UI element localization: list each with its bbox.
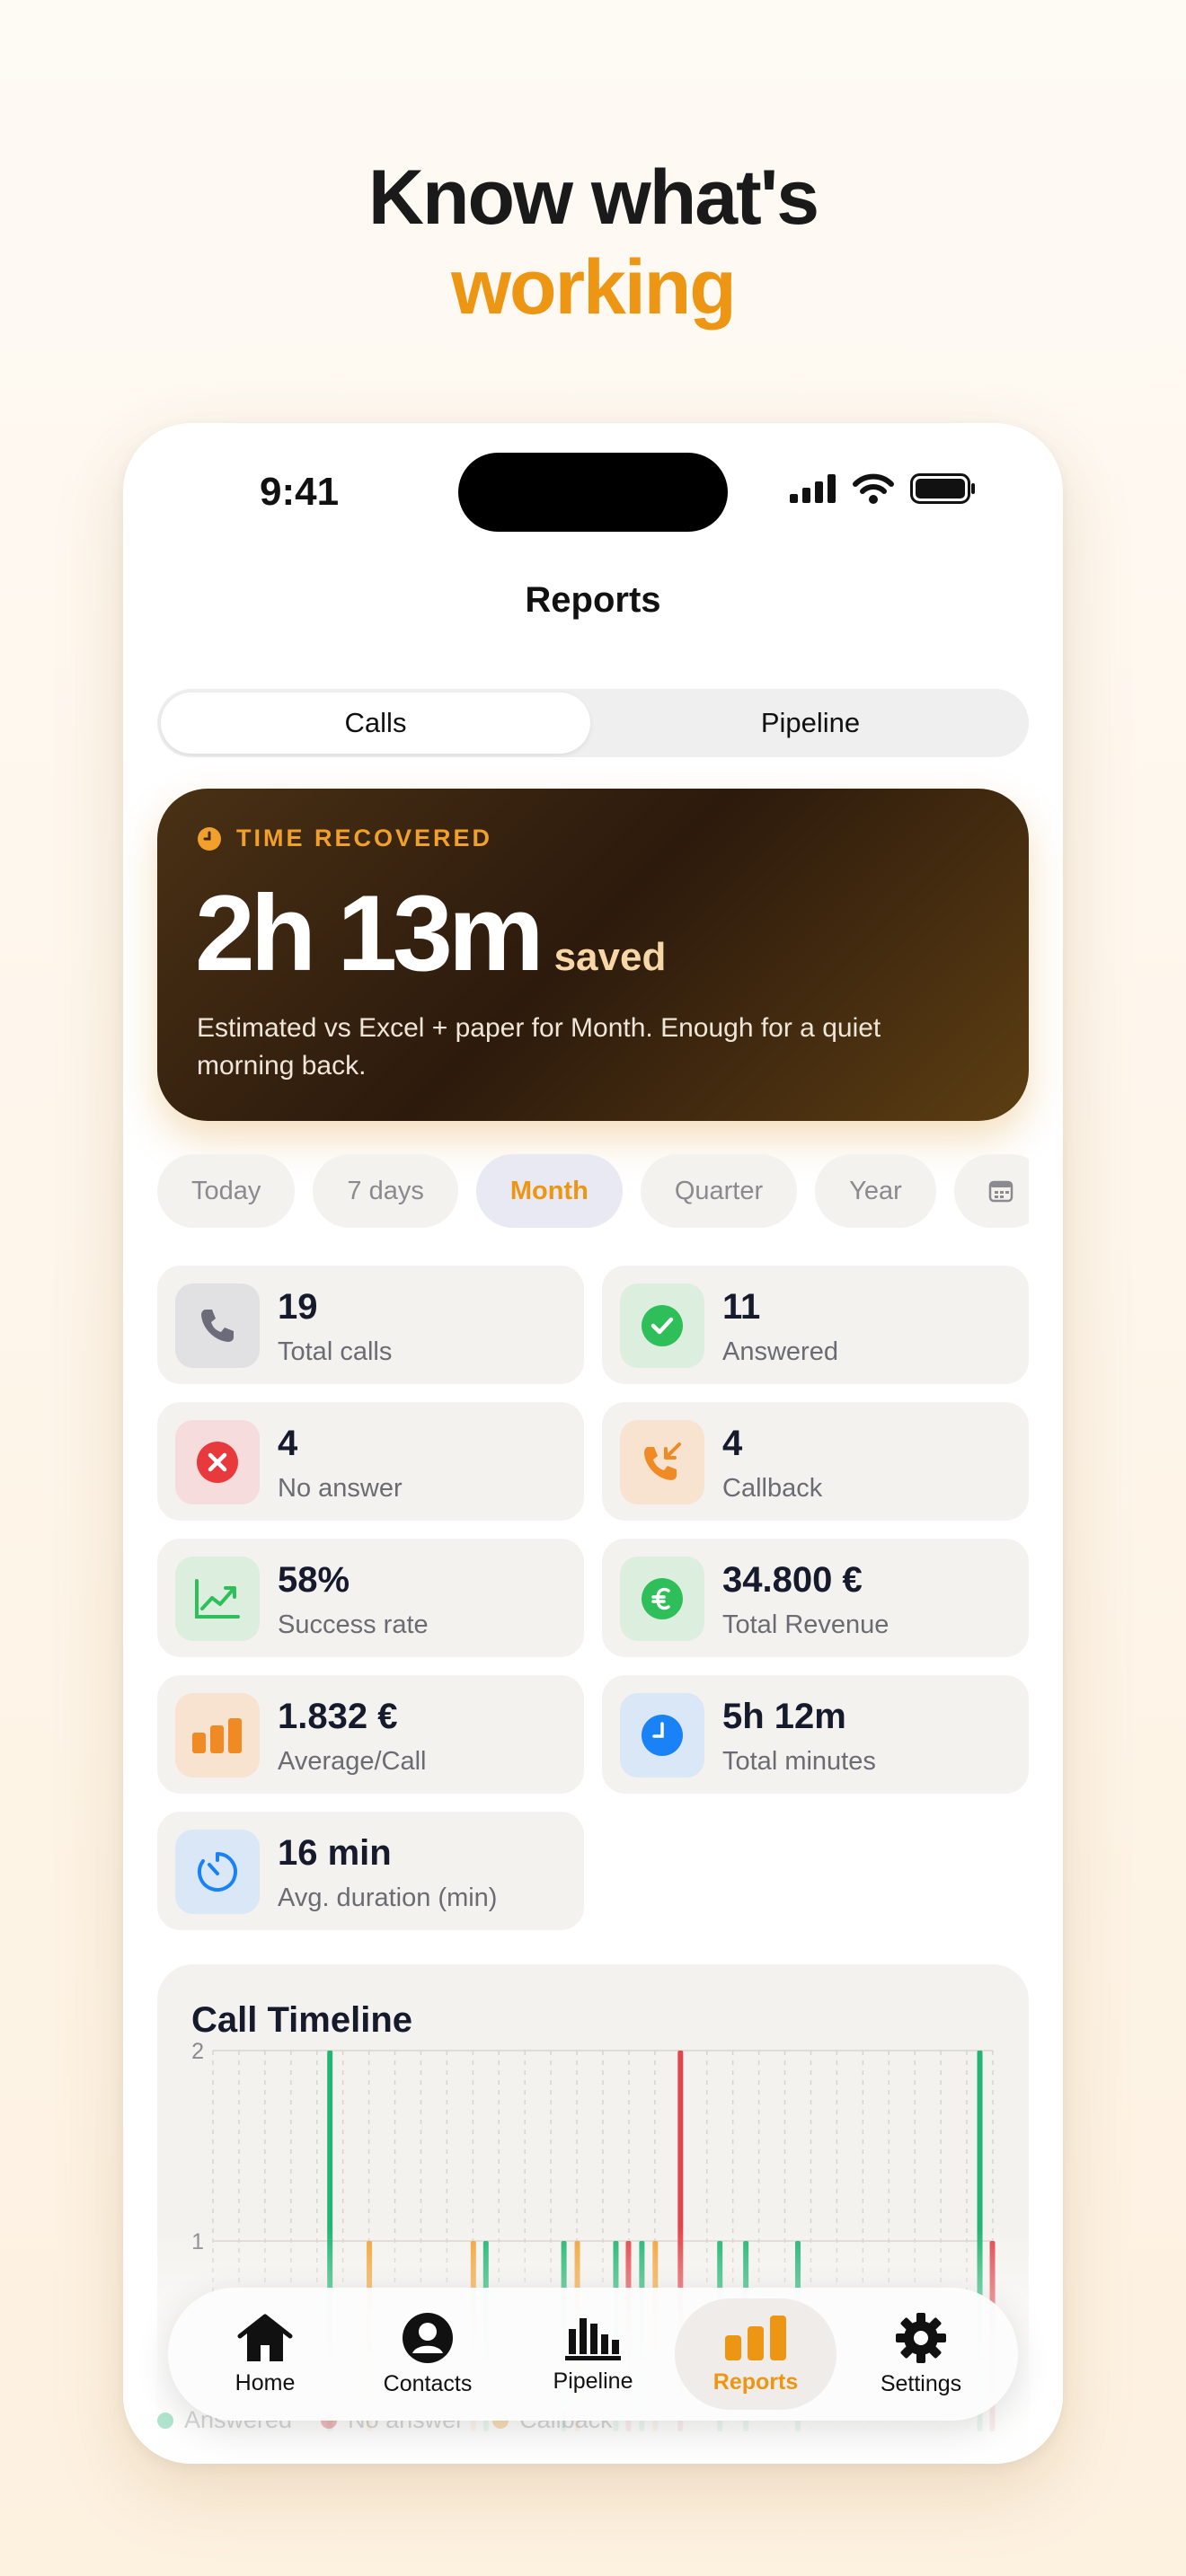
headline-line-2: working: [451, 244, 737, 331]
tab-label: Pipeline: [553, 2368, 633, 2394]
stat-value: 4: [722, 1424, 743, 1463]
report-type-segmented-control: Calls Pipeline: [157, 689, 1029, 757]
stat-label: Avg. duration (min): [278, 1883, 498, 1912]
stat-card-total-minutes: 5h 12m Total minutes: [602, 1675, 1029, 1794]
tab-pipeline[interactable]: Pipeline: [512, 2298, 674, 2410]
segment-calls[interactable]: Calls: [161, 693, 590, 754]
wifi-icon: [853, 473, 894, 504]
stat-card-answered: 11 Answered: [602, 1266, 1029, 1384]
stat-label: Total minutes: [722, 1747, 876, 1776]
headline-line-1: Know what's: [367, 154, 819, 241]
y-tick-label: 1: [191, 2229, 204, 2254]
gear-icon: [896, 2312, 946, 2363]
segment-pipeline[interactable]: Pipeline: [596, 693, 1025, 754]
status-icons: [790, 473, 977, 504]
bar-chart-icon: [565, 2317, 621, 2360]
time-recovered-card: TIME RECOVERED 2h 13m saved Estimated vs…: [157, 789, 1029, 1121]
custom-range-chip[interactable]: [953, 1154, 1029, 1228]
stat-value: 58%: [278, 1560, 350, 1600]
stat-value: 4: [278, 1424, 298, 1463]
period-chip-7-days[interactable]: 7 days: [313, 1154, 458, 1228]
hero-value: 2h 13m: [195, 873, 544, 993]
tab-reports[interactable]: Reports: [675, 2298, 836, 2410]
hero-label-row: TIME RECOVERED: [197, 825, 492, 852]
timer-icon: [175, 1830, 260, 1914]
stat-card-total-revenue: 34.800 € Total Revenue: [602, 1539, 1029, 1657]
cellular-signal-icon: [790, 474, 836, 503]
status-time: 9:41: [260, 470, 340, 514]
tab-bar: Home Contacts Pipeline Reports Settings: [168, 2288, 1018, 2421]
tab-contacts[interactable]: Contacts: [347, 2298, 509, 2410]
stat-label: Total calls: [278, 1337, 393, 1366]
hero-label: TIME RECOVERED: [236, 825, 493, 851]
stat-value: 34.800 €: [722, 1560, 863, 1600]
stat-value: 1.832 €: [278, 1697, 398, 1736]
calendar-icon: [988, 1180, 1013, 1203]
euro-icon: [620, 1557, 704, 1641]
stat-label: Success rate: [278, 1610, 429, 1639]
period-filter-row: Today 7 days Month Quarter Year: [157, 1154, 1029, 1230]
stat-label: No answer: [278, 1474, 403, 1503]
clock-icon: [620, 1693, 704, 1778]
period-chip-month[interactable]: Month: [475, 1154, 623, 1228]
home-icon: [237, 2314, 293, 2361]
tab-label: Reports: [712, 2369, 799, 2395]
stats-grid: 19 Total calls 11 Answered 4 No answer 4…: [157, 1266, 1029, 1930]
phone-frame: 9:41 Reports Calls Pipeline TIME RECOVER…: [123, 423, 1063, 2464]
stat-card-total-calls: 19 Total calls: [157, 1266, 584, 1384]
hero-suffix: saved: [553, 935, 667, 979]
x-circle-icon: [175, 1420, 260, 1504]
tab-settings[interactable]: Settings: [840, 2298, 1002, 2410]
hero-description: Estimated vs Excel + paper for Month. En…: [197, 1013, 881, 1081]
phone-icon: [175, 1284, 260, 1368]
hero-value-row: 2h 13m saved: [195, 875, 666, 992]
reports-icon: [725, 2315, 786, 2360]
stat-value: 5h 12m: [722, 1697, 846, 1736]
y-tick-label: 2: [191, 2039, 204, 2064]
stat-card-no-answer: 4 No answer: [157, 1402, 584, 1521]
stat-label: Average/Call: [278, 1747, 427, 1776]
bar-chart-icon: [175, 1693, 260, 1778]
stat-label: Answered: [722, 1337, 838, 1366]
tab-label: Contacts: [383, 2370, 473, 2396]
stat-card-average-call: 1.832 € Average/Call: [157, 1675, 584, 1794]
battery-icon: [910, 473, 975, 504]
clock-icon: [198, 826, 221, 851]
legend-dot: [157, 2412, 173, 2429]
incoming-call-icon: [620, 1420, 704, 1504]
person-circle-icon: [403, 2312, 453, 2363]
check-circle-icon: [620, 1284, 704, 1368]
period-chip-year[interactable]: Year: [815, 1154, 936, 1228]
stat-value: 19: [278, 1287, 318, 1327]
marketing-headline: Know what's working: [0, 153, 1186, 332]
stat-label: Callback: [722, 1474, 823, 1503]
stat-label: Total Revenue: [722, 1610, 890, 1639]
page-title: Reports: [525, 580, 661, 620]
tab-label: Home: [235, 2369, 296, 2395]
stat-card-success-rate: 58% Success rate: [157, 1539, 584, 1657]
stat-card-callback: 4 Callback: [602, 1402, 1029, 1521]
timeline-title: Call Timeline: [191, 2000, 413, 2040]
period-chip-today[interactable]: Today: [157, 1154, 296, 1228]
stat-value: 16 min: [278, 1833, 392, 1873]
trend-up-icon: [175, 1557, 260, 1641]
tab-label: Settings: [880, 2370, 962, 2396]
stat-card-avg-duration: 16 min Avg. duration (min): [157, 1812, 584, 1930]
stat-value: 11: [722, 1287, 761, 1327]
period-chip-quarter[interactable]: Quarter: [640, 1154, 798, 1228]
dynamic-island: [458, 453, 728, 532]
tab-home[interactable]: Home: [184, 2298, 346, 2410]
